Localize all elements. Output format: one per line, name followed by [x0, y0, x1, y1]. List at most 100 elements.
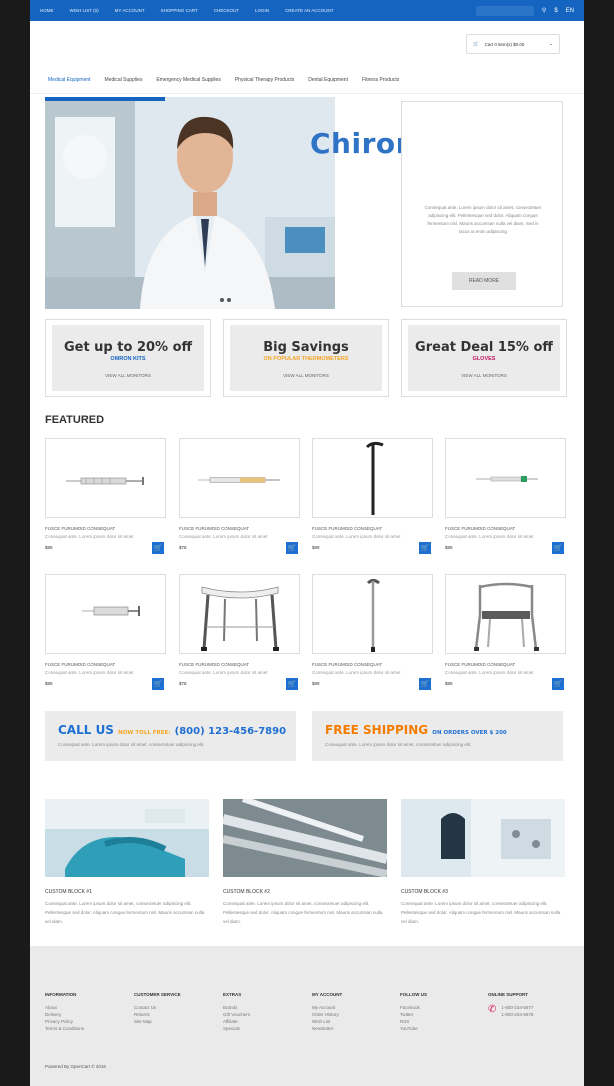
search-input[interactable]: [475, 5, 534, 16]
footer-column: MY ACCOUNT My Account Order History Wish…: [312, 992, 342, 1033]
promo-link[interactable]: VIEW ALL MONITORS: [408, 373, 560, 378]
top-link-wishlist[interactable]: WISH LIST (0): [70, 8, 99, 13]
add-to-cart-button[interactable]: 🛒: [552, 542, 564, 554]
menu-item-fitness[interactable]: Fitness Products: [362, 77, 399, 83]
product-image[interactable]: [312, 438, 433, 518]
promo-link[interactable]: VIEW ALL MONITORS: [52, 373, 204, 378]
block-desc: Consequat ante. Lorem ipsum dolor sit am…: [223, 901, 383, 924]
product-image[interactable]: [445, 574, 566, 654]
footer-link[interactable]: Order History: [312, 1012, 342, 1017]
add-to-cart-button[interactable]: 🛒: [419, 542, 431, 554]
footer-link[interactable]: Returns: [134, 1012, 181, 1017]
footer-heading: FOLLOW US: [400, 992, 427, 997]
product-card[interactable]: FUSCE FURUMOID CONSEQUAT Consequat ante.…: [312, 438, 433, 554]
block-image[interactable]: [45, 799, 209, 877]
add-to-cart-button[interactable]: 🛒: [286, 542, 298, 554]
syringe-icon: [476, 476, 538, 482]
block-image[interactable]: [401, 799, 565, 877]
product-image[interactable]: [312, 574, 433, 654]
footer-link[interactable]: Wish List: [312, 1019, 342, 1024]
product-image[interactable]: [45, 438, 166, 518]
footer-link[interactable]: Facebook: [400, 1005, 427, 1010]
product-image[interactable]: [179, 574, 300, 654]
syringe-icon: [66, 477, 144, 485]
footer-link[interactable]: Site Map: [134, 1019, 181, 1024]
footer-link[interactable]: Privacy Policy: [45, 1019, 84, 1024]
footer-link[interactable]: Gift Vouchers: [223, 1012, 250, 1017]
product-name[interactable]: FUSCE FURUMOID CONSEQUAT: [45, 526, 166, 531]
product-name[interactable]: FUSCE FURUMOID CONSEQUAT: [179, 662, 300, 667]
call-us-banner[interactable]: CALL US NOW TOLL FREE: (800) 123-456-789…: [45, 711, 296, 761]
footer-link[interactable]: About: [45, 1005, 84, 1010]
product-card[interactable]: FUSCE FURUMOID CONSEQUAT Consequat ante.…: [445, 574, 566, 690]
doctor-photo: [45, 97, 335, 309]
menu-item-dental[interactable]: Dental Equipment: [308, 77, 348, 83]
footer-link[interactable]: RSS: [400, 1019, 427, 1024]
cart-icon: 🛒: [473, 41, 479, 46]
product-card[interactable]: FUSCE FURUMOID CONSEQUAT Consequat ante.…: [179, 574, 300, 690]
menu-item-physical-therapy[interactable]: Physical Therapy Products: [235, 77, 294, 83]
product-image[interactable]: [445, 438, 566, 518]
add-to-cart-button[interactable]: 🛒: [552, 678, 564, 690]
search-icon[interactable]: ⚲: [542, 7, 546, 14]
product-card[interactable]: FUSCE FURUMOID CONSEQUAT Consequat ante.…: [445, 438, 566, 554]
product-name[interactable]: FUSCE FURUMOID CONSEQUAT: [45, 662, 166, 667]
cart-button[interactable]: 🛒 Cart 0 item(s) $0.00 ⌄: [466, 34, 560, 54]
menu-item-emergency[interactable]: Emergency Medical Supplies: [156, 77, 220, 83]
footer-column: INFORMATION About Delivery Privacy Polic…: [45, 992, 84, 1033]
dental-chair-photo: [45, 799, 209, 877]
add-to-cart-button[interactable]: 🛒: [152, 678, 164, 690]
footer-heading: MY ACCOUNT: [312, 992, 343, 997]
product-image[interactable]: [45, 574, 166, 654]
dental-tools-photo: [223, 799, 387, 877]
product-name[interactable]: FUSCE FURUMOID CONSEQUAT: [445, 662, 566, 667]
product-name[interactable]: FUSCE FURUMOID CONSEQUAT: [312, 526, 433, 531]
top-bar: HOME WISH LIST (0) MY ACCOUNT SHOPPING C…: [30, 0, 584, 21]
product-image[interactable]: [179, 438, 300, 518]
banner-mid: NOW TOLL FREE:: [118, 730, 171, 736]
footer-link[interactable]: Affiliate: [223, 1019, 250, 1024]
promo-card[interactable]: Big Savings ON POPULAR THERMOMETERS VIEW…: [223, 319, 389, 397]
menu-item-medical-supplies[interactable]: Medical Supplies: [105, 77, 143, 83]
footer-link[interactable]: Contact Us: [134, 1005, 181, 1010]
top-link-home[interactable]: HOME: [40, 8, 54, 13]
currency-selector[interactable]: $: [554, 8, 557, 14]
footer-link[interactable]: Specials: [223, 1026, 250, 1031]
footer-link[interactable]: My Account: [312, 1005, 342, 1010]
promo-link[interactable]: VIEW ALL MONITORS: [230, 373, 382, 378]
add-to-cart-button[interactable]: 🛒: [419, 678, 431, 690]
footer-link[interactable]: Twitter: [400, 1012, 427, 1017]
top-link-checkout[interactable]: CHECKOUT: [214, 8, 239, 13]
product-name[interactable]: FUSCE FURUMOID CONSEQUAT: [445, 526, 566, 531]
footer-link[interactable]: Terms & Conditions: [45, 1026, 84, 1031]
free-shipping-banner[interactable]: FREE SHIPPING ON ORDERS OVER $ 200 Conse…: [312, 711, 563, 761]
promo-card[interactable]: Great Deal 15% off GLOVES VIEW ALL MONIT…: [401, 319, 567, 397]
custom-block: CUSTOM BLOCK #3 Consequat ante. Lorem ip…: [401, 799, 565, 926]
top-link-register[interactable]: CREATE AN ACCOUNT: [285, 8, 333, 13]
top-link-account[interactable]: MY ACCOUNT: [115, 8, 145, 13]
footer-link[interactable]: Newsletter: [312, 1026, 342, 1031]
product-card[interactable]: FUSCE FURUMOID CONSEQUAT Consequat ante.…: [179, 438, 300, 554]
promo-card[interactable]: Get up to 20% off OMRON KITS VIEW ALL MO…: [45, 319, 211, 397]
promo-subtitle: ON POPULAR THERMOMETERS: [263, 356, 349, 362]
product-name[interactable]: FUSCE FURUMOID CONSEQUAT: [312, 662, 433, 667]
product-card[interactable]: FUSCE FURUMOID CONSEQUAT Consequat ante.…: [45, 438, 166, 554]
footer-link[interactable]: Delivery: [45, 1012, 84, 1017]
menu-item-medical-equipment[interactable]: Medical Equipment: [48, 77, 91, 83]
read-more-button[interactable]: READ MORE: [452, 272, 516, 290]
product-card[interactable]: FUSCE FURUMOID CONSEQUAT Consequat ante.…: [45, 574, 166, 690]
language-selector[interactable]: EN: [566, 8, 574, 14]
top-link-login[interactable]: LOGIN: [255, 8, 269, 13]
footer-link[interactable]: YouTube: [400, 1026, 427, 1031]
product-card[interactable]: FUSCE FURUMOID CONSEQUAT Consequat ante.…: [312, 574, 433, 690]
product-name[interactable]: FUSCE FURUMOID CONSEQUAT: [179, 526, 300, 531]
footer-link[interactable]: Brands: [223, 1005, 250, 1010]
promo-title: Big Savings: [263, 340, 349, 355]
phone-icon: ✆: [488, 1004, 497, 1015]
add-to-cart-button[interactable]: 🛒: [152, 542, 164, 554]
add-to-cart-button[interactable]: 🛒: [286, 678, 298, 690]
block-image[interactable]: [223, 799, 387, 877]
product-price: $89: [45, 545, 53, 550]
top-link-cart[interactable]: SHOPPING CART: [161, 8, 198, 13]
hero-slider[interactable]: [45, 97, 335, 309]
